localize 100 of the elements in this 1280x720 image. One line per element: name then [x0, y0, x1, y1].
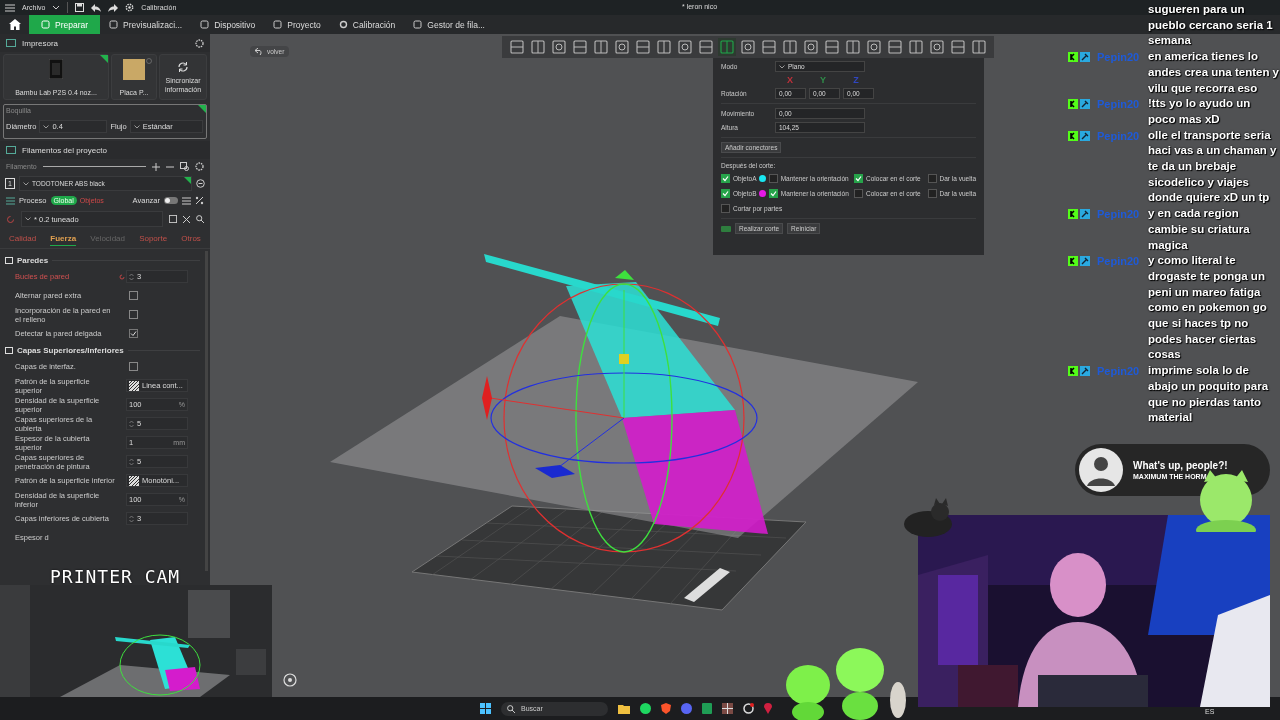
- remove-icon[interactable]: [196, 179, 205, 188]
- advanced-switch[interactable]: [164, 197, 178, 204]
- windows-icon[interactable]: [480, 703, 491, 714]
- wheel-icon[interactable]: [743, 703, 754, 714]
- tool-icon[interactable]: [571, 38, 589, 56]
- k-badge-icon: [1068, 209, 1078, 220]
- nav-tab[interactable]: Dispositivo: [191, 15, 265, 34]
- hatch-icon: [129, 380, 139, 391]
- tool-icon[interactable]: [970, 38, 988, 56]
- menu-icon[interactable]: [5, 3, 15, 12]
- caret-icon: [23, 181, 29, 186]
- search-icon: [507, 704, 515, 713]
- tool-icon[interactable]: [823, 38, 841, 56]
- chat-app-icon[interactable]: [681, 703, 692, 714]
- search-icon[interactable]: [196, 215, 204, 223]
- checkbox[interactable]: [721, 173, 730, 183]
- percent-icon[interactable]: [195, 196, 204, 205]
- k-badge-icon: [1068, 130, 1078, 141]
- tool-icon[interactable]: [550, 38, 568, 56]
- tool-icon[interactable]: [718, 38, 736, 56]
- redo-icon[interactable]: [108, 3, 119, 12]
- nav-tab[interactable]: Previsualizaci...: [100, 15, 192, 34]
- tool-icon[interactable]: [760, 38, 778, 56]
- tool-icon[interactable]: [739, 38, 757, 56]
- chat-username: Pepin20: [1097, 208, 1140, 221]
- target-icon[interactable]: [283, 673, 297, 687]
- tool-icon[interactable]: [802, 38, 820, 56]
- nav-tab[interactable]: Proyecto: [264, 15, 330, 34]
- tool-icon[interactable]: [865, 38, 883, 56]
- tool-icon[interactable]: [676, 38, 694, 56]
- section-icon: [5, 346, 13, 354]
- nav-tab[interactable]: Calibración: [329, 15, 405, 34]
- spinner-icon[interactable]: [129, 514, 134, 523]
- spinner-icon[interactable]: [129, 272, 134, 281]
- caret-icon: [133, 124, 140, 129]
- pin-icon[interactable]: [764, 703, 772, 714]
- layers-icon: [6, 196, 15, 205]
- hammer-badge-icon: [1080, 209, 1090, 220]
- checkbox[interactable]: [129, 291, 138, 300]
- caret-icon: [43, 124, 50, 129]
- hammer-badge-icon: [1080, 130, 1090, 141]
- checkbox[interactable]: [129, 362, 138, 371]
- checkbox[interactable]: [927, 188, 937, 198]
- settings-icon[interactable]: [195, 38, 204, 48]
- square-icon: [413, 20, 423, 29]
- checkbox[interactable]: [721, 188, 730, 198]
- settings-tab[interactable]: Fuerza: [50, 234, 77, 246]
- spinner-icon[interactable]: [129, 457, 134, 466]
- checkbox[interactable]: [768, 188, 778, 198]
- chat-username: Pepin20: [1097, 129, 1140, 142]
- grid-app-icon[interactable]: [722, 703, 733, 714]
- close-icon[interactable]: [183, 215, 190, 223]
- tool-icon[interactable]: [949, 38, 967, 56]
- tool-icon[interactable]: [529, 38, 547, 56]
- checkbox[interactable]: [854, 188, 864, 198]
- music-app-icon[interactable]: [640, 703, 651, 714]
- tool-icon[interactable]: [844, 38, 862, 56]
- tool-icon[interactable]: [781, 38, 799, 56]
- caret-icon[interactable]: [52, 4, 61, 11]
- checkbox[interactable]: [129, 310, 138, 319]
- checkbox[interactable]: [854, 173, 864, 183]
- tool-icon[interactable]: [907, 38, 925, 56]
- plus-icon[interactable]: [152, 162, 160, 171]
- tool-icon[interactable]: [508, 38, 526, 56]
- k-badge-icon: [1068, 99, 1078, 110]
- hammer-badge-icon: [1080, 256, 1090, 267]
- tool-icon[interactable]: [613, 38, 631, 56]
- chat-message: en america tienes lo andes crea una tenten y vilu que recorra eso: [1148, 49, 1280, 96]
- plate-icon: [123, 59, 145, 80]
- tool-icon[interactable]: [634, 38, 652, 56]
- hammer-badge-icon: [1080, 366, 1090, 377]
- folder-icon[interactable]: [618, 703, 630, 714]
- save-icon[interactable]: [169, 215, 177, 223]
- ring-icon: [338, 20, 348, 29]
- corner-flag-icon: [100, 55, 108, 63]
- corner-flag-icon: [184, 177, 191, 184]
- tool-icon[interactable]: [697, 38, 715, 56]
- settings-icon[interactable]: [195, 162, 204, 171]
- back-arrow-icon: [255, 48, 264, 55]
- checkbox[interactable]: [721, 203, 730, 213]
- tool-icon[interactable]: [886, 38, 904, 56]
- checkbox[interactable]: [129, 329, 138, 338]
- tool-icon[interactable]: [592, 38, 610, 56]
- tool-icon[interactable]: [928, 38, 946, 56]
- axis-label: Y: [819, 75, 827, 85]
- spinner-icon[interactable]: [129, 419, 134, 428]
- home-icon[interactable]: [9, 19, 21, 30]
- section-icon: [5, 256, 13, 264]
- shield-icon[interactable]: [661, 703, 671, 714]
- caret-icon: [779, 64, 785, 69]
- checkbox[interactable]: [927, 173, 937, 183]
- square-icon: [200, 20, 210, 29]
- checkbox[interactable]: [768, 173, 778, 183]
- save-icon[interactable]: [75, 3, 85, 12]
- nav-tab[interactable]: Gestor de fila...: [404, 15, 494, 34]
- gear-icon[interactable]: [125, 3, 135, 12]
- tool-icon[interactable]: [655, 38, 673, 56]
- undo-icon[interactable]: [91, 3, 102, 12]
- list-icon[interactable]: [182, 196, 191, 205]
- avatar-icon: [1079, 448, 1123, 492]
